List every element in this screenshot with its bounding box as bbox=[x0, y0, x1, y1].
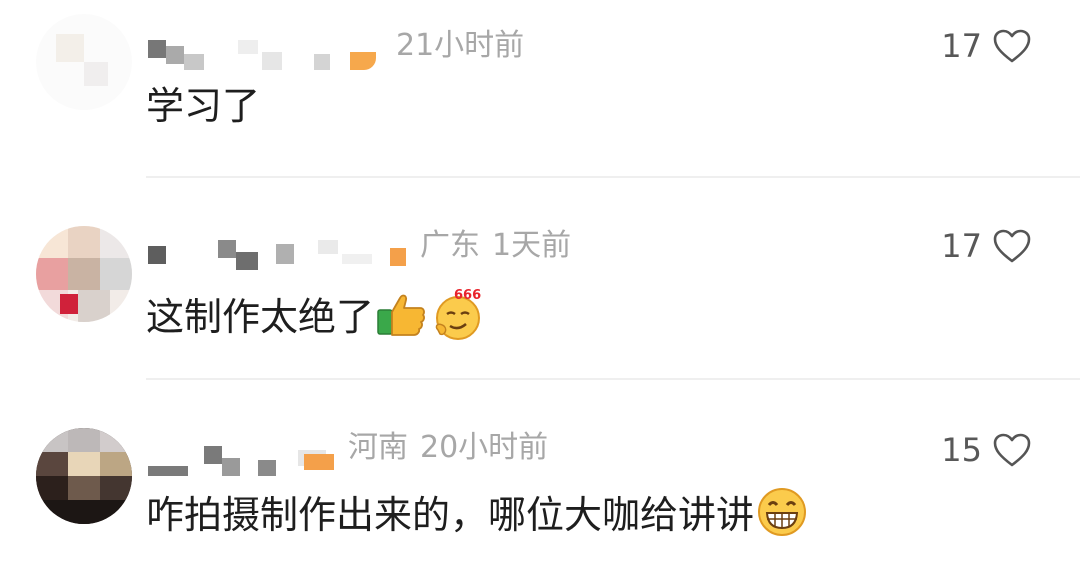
thumbs-up-icon bbox=[376, 290, 428, 349]
heart-outline-icon[interactable] bbox=[992, 228, 1032, 264]
comment-location: 河南 bbox=[348, 430, 408, 465]
comment-item: 河南 20小时前 咋拍摄制作出来的，哪位大咖给讲讲 15 bbox=[0, 380, 1080, 582]
comment-time: 1天前 bbox=[492, 228, 572, 263]
avatar[interactable] bbox=[36, 428, 132, 524]
comment-item: 广东 1天前 这制作太绝了 666 17 bbox=[0, 178, 1080, 380]
avatar[interactable] bbox=[36, 226, 132, 322]
heart-outline-icon[interactable] bbox=[992, 28, 1032, 64]
comment-text-content: 咋拍摄制作出来的，哪位大咖给讲讲 bbox=[146, 493, 755, 537]
grinning-face-icon bbox=[756, 486, 808, 549]
like-count: 17 bbox=[941, 227, 982, 265]
666-smug-face-icon: 666 bbox=[430, 286, 486, 353]
username-pixelated[interactable] bbox=[148, 240, 408, 270]
comment-item: 21小时前 学习了 17 bbox=[0, 0, 1080, 178]
like-control[interactable]: 17 bbox=[941, 26, 1032, 66]
username-pixelated[interactable] bbox=[148, 446, 348, 476]
comment-time: 20小时前 bbox=[420, 430, 549, 465]
heart-outline-icon[interactable] bbox=[992, 432, 1032, 468]
like-control[interactable]: 17 bbox=[941, 226, 1032, 266]
comment-text: 这制作太绝了 666 bbox=[146, 286, 486, 353]
like-count: 15 bbox=[941, 431, 982, 469]
emoji-666-label: 666 bbox=[454, 288, 481, 303]
comment-meta: 河南 20小时前 bbox=[348, 428, 560, 468]
comment-location: 广东 bbox=[420, 228, 480, 263]
avatar[interactable] bbox=[36, 14, 132, 110]
username-pixelated[interactable] bbox=[148, 40, 388, 70]
like-control[interactable]: 15 bbox=[941, 430, 1032, 470]
comment-time: 21小时前 bbox=[396, 28, 525, 63]
comment-text: 咋拍摄制作出来的，哪位大咖给讲讲 bbox=[146, 486, 808, 549]
comment-meta: 广东 1天前 bbox=[420, 226, 583, 266]
comment-text: 学习了 bbox=[146, 84, 261, 128]
comment-meta: 21小时前 bbox=[396, 26, 536, 66]
comment-text-content: 这制作太绝了 bbox=[146, 295, 375, 339]
like-count: 17 bbox=[941, 27, 982, 65]
